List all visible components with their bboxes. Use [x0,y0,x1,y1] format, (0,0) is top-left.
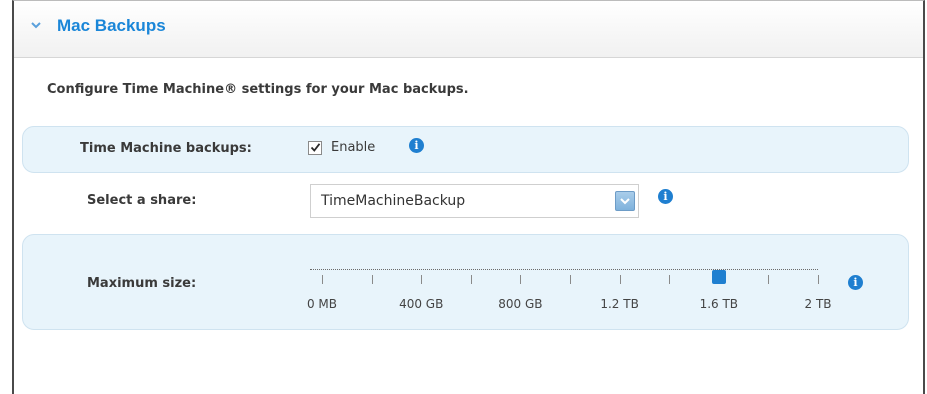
checkmark-icon [310,143,321,152]
slider-tick [322,275,323,284]
slider-tick [669,275,671,284]
slider-tick-label: 1.2 TB [600,297,639,311]
share-select-value: TimeMachineBackup [321,193,466,209]
slider-tick [470,275,472,284]
slider-tick [570,275,571,284]
slider-tick [421,275,423,284]
slider-tick-label: 400 GB [399,297,444,311]
select-share-label: Select a share: [87,193,197,208]
info-icon[interactable]: i [658,189,673,204]
slider-tick [768,275,770,284]
section-title: Mac Backups [57,16,166,35]
size-slider-thumb[interactable] [711,270,726,284]
dropdown-arrow-icon[interactable] [615,191,635,211]
slider-tick-label: 0 MB [306,297,338,311]
maximum-size-label: Maximum size: [87,276,197,291]
section-description: Configure Time Machine® settings for you… [47,82,469,97]
time-machine-label: Time Machine backups: [80,141,252,156]
slider-tick-label: 800 GB [498,297,543,311]
section-header[interactable]: Mac Backups [14,1,923,58]
info-icon[interactable]: i [409,138,424,153]
size-slider-track[interactable] [310,269,818,270]
slider-tick [619,275,621,284]
slider-tick [371,275,373,284]
slider-tick-label: 2 TB [804,297,832,311]
info-icon[interactable]: i [848,275,863,290]
slider-tick-label: 1.6 TB [699,297,739,311]
enable-label: Enable [331,140,376,155]
slider-tick [818,275,819,284]
chevron-down-icon[interactable] [28,17,44,33]
share-select[interactable]: TimeMachineBackup [310,184,639,218]
slider-tick [520,275,522,284]
enable-checkbox[interactable] [308,141,322,155]
